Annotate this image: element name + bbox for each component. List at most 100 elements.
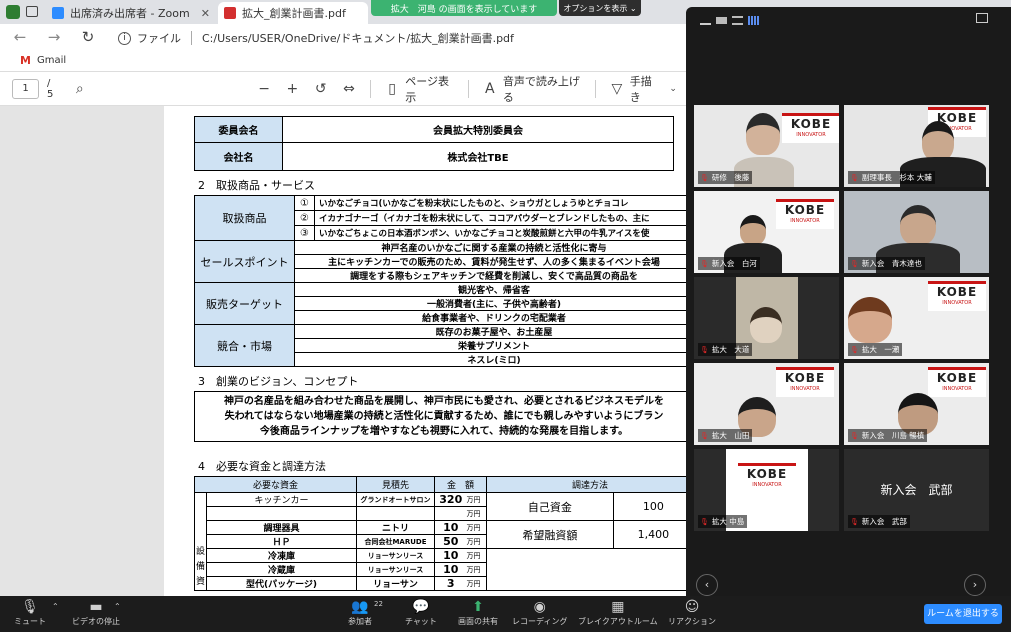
- draw-icon: ▽: [611, 80, 623, 97]
- side-char: 備: [195, 562, 205, 572]
- procurement-empty: [486, 548, 686, 591]
- pdf-viewport[interactable]: 委員会名 会員拡大特別委員会 会社名 株式会社TBE 2 取扱商品・サービス 取…: [0, 106, 686, 596]
- vision-line: 今後商品ラインナップを増やすなども視野に入れて、持続的な発展を目指します。: [259, 426, 629, 437]
- draw-button[interactable]: ▽ 手描き ⌄: [610, 73, 686, 105]
- participant-tile[interactable]: KOBE INNOVATOR 🎙 新入会 川島 暢槙: [844, 363, 989, 445]
- info-icon[interactable]: i: [118, 31, 131, 45]
- participant-name-text: 研修 後藤: [711, 173, 750, 182]
- gallery-view-icon[interactable]: [748, 16, 759, 25]
- zoom-out-icon[interactable]: −: [257, 81, 271, 97]
- committee-label: 委員会名: [194, 116, 283, 143]
- procurement-label: 自己資金: [486, 492, 614, 521]
- address-bar[interactable]: i ファイル C:/Users/USER/OneDrive/ドキュメント/拡大_…: [118, 29, 514, 47]
- zoom-in-icon[interactable]: +: [285, 81, 299, 97]
- section-products-title: 2 取扱商品・サービス: [198, 179, 315, 192]
- fund-unit: 万円: [466, 562, 487, 577]
- share-screen-button[interactable]: ⬆ 画面の共有: [458, 599, 498, 627]
- search-icon[interactable]: ⌕: [73, 81, 87, 97]
- fund-item: 調理器具: [206, 520, 357, 535]
- market-item: 既存のお菓子屋や、お土産屋: [294, 324, 686, 339]
- speaker-view-icon[interactable]: [716, 17, 727, 24]
- participant-tile[interactable]: KOBE INNOVATOR 🎙 拡大 中島: [694, 449, 839, 531]
- tab-zoom-attendees[interactable]: 出席済み出席者 - Zoom ✕: [46, 2, 216, 24]
- fund-vendor: リョーサンリース: [356, 548, 435, 563]
- participant-name-text: 拡大 中島: [711, 517, 745, 526]
- fund-vendor: 合同会社MARUDE: [356, 534, 435, 549]
- market-item: 栄養サプリメント: [294, 338, 686, 353]
- participant-tile[interactable]: KOBE INNOVATOR 🎙 副理事長 杉本 大輔: [844, 105, 989, 187]
- breakout-rooms-icon: ▦: [611, 599, 625, 615]
- product-number: ①: [294, 195, 315, 211]
- forward-icon[interactable]: →: [44, 27, 64, 47]
- mute-button[interactable]: 🎙 ミュート: [14, 599, 46, 627]
- back-icon[interactable]: ←: [10, 27, 30, 47]
- funds-header: 必要な資金: [194, 476, 357, 493]
- video-options-chevron[interactable]: ⌃: [114, 602, 121, 611]
- page-number-input[interactable]: 1: [12, 78, 40, 99]
- reaction-label: リアクション: [668, 617, 716, 626]
- logo-subtext: INNOVATOR: [942, 386, 972, 392]
- page-view-button[interactable]: ▯ ページ表示: [385, 73, 454, 105]
- stop-video-button[interactable]: ▬ ビデオの停止: [72, 599, 120, 627]
- funds-header: 調達方法: [486, 476, 686, 493]
- section-vision-title: 3 創業のビジョン、コンセプト: [198, 375, 359, 388]
- person-head: [900, 205, 936, 245]
- breakout-label: ブレイクアウトルーム: [578, 617, 658, 626]
- minimize-icon[interactable]: [700, 16, 711, 25]
- list-view-icon[interactable]: [732, 16, 743, 25]
- participant-tile[interactable]: KOBE INNOVATOR 🎙 拡大 山田: [694, 363, 839, 445]
- chat-button[interactable]: 💬 チャット: [405, 599, 437, 627]
- view-options-button[interactable]: オプションを表示 ⌄: [559, 0, 641, 16]
- fund-vendor: グランドオートサロン: [356, 492, 435, 507]
- fund-item: 冷蔵庫: [206, 562, 357, 577]
- side-char: 資: [195, 577, 205, 587]
- previous-page-button[interactable]: ‹: [696, 574, 718, 596]
- participant-tile[interactable]: KOBE INNOVATOR 🎙 研修 後藤: [694, 105, 839, 187]
- record-button[interactable]: ◉ レコーディング: [512, 599, 567, 627]
- logo-text: KOBE: [784, 203, 826, 217]
- tab-label: 拡大_創業計画書.pdf: [242, 7, 346, 20]
- read-aloud-button[interactable]: A 音声で読み上げる: [483, 73, 581, 105]
- participant-tile[interactable]: 🎙 拡大 大道: [694, 277, 839, 359]
- vision-line: 失われてはならない地場産業の持続と活性化に貢献するため、誰にでも親しみやすいよう…: [224, 411, 664, 422]
- microphone-icon: 🎙: [21, 599, 39, 615]
- close-icon[interactable]: ✕: [201, 7, 210, 20]
- logo-text: KOBE: [936, 371, 978, 385]
- rotate-icon[interactable]: ↺: [314, 81, 328, 97]
- next-page-button[interactable]: ›: [964, 574, 986, 596]
- leave-room-button[interactable]: ルームを退出する: [924, 604, 1002, 624]
- participant-tile[interactable]: KOBE INNOVATOR 🎙 新入会 白河: [694, 191, 839, 273]
- mic-options-chevron[interactable]: ⌃: [52, 602, 59, 611]
- zoom-gallery-panel: KOBE INNOVATOR 🎙 研修 後藤 KOBE INNOVATOR 🎙 副理…: [686, 7, 1011, 596]
- participant-name-text: 拡大 大道: [711, 345, 750, 354]
- bookmark-gmail[interactable]: Gmail: [37, 55, 66, 66]
- fund-unit: 万円: [466, 576, 487, 591]
- page-view-icon: ▯: [388, 80, 396, 97]
- shield-icon[interactable]: [6, 5, 20, 19]
- participant-tile[interactable]: KOBE INNOVATOR 🎙 拡大 一瀬: [844, 277, 989, 359]
- exit-fullscreen-icon[interactable]: [976, 13, 988, 23]
- participant-name: 🎙 拡大 中島: [698, 515, 748, 528]
- share-label: 画面の共有: [458, 617, 498, 626]
- participant-tile[interactable]: 新入会 武部 🎙 新入会 武部: [844, 449, 989, 531]
- selling-point: 神戸名産のいかなごに関する産業の持続と活性化に寄与: [294, 240, 686, 255]
- chevron-down-icon[interactable]: ⌄: [666, 84, 680, 94]
- tab-pdf[interactable]: 拡大_創業計画書.pdf: [218, 2, 368, 24]
- fund-unit: 万円: [466, 548, 487, 563]
- participants-button[interactable]: 👥 22 参加者: [348, 599, 383, 627]
- participant-name: 🎙 拡大 一瀬: [848, 343, 903, 356]
- person-head: [922, 121, 954, 161]
- breakout-rooms-button[interactable]: ▦ ブレイクアウトルーム: [578, 599, 658, 627]
- side-char: 設: [195, 547, 205, 557]
- participant-tile[interactable]: 🎙 新入会 青木達也: [844, 191, 989, 273]
- fund-item: ＨＰ: [206, 534, 357, 549]
- tab-overview-icon[interactable]: [26, 6, 38, 17]
- screen: 出席済み出席者 - Zoom ✕ 拡大_創業計画書.pdf ← → ↻ i ファ…: [0, 0, 1011, 632]
- fit-page-icon[interactable]: ⇔: [342, 81, 356, 97]
- participants-icon: 👥: [351, 599, 369, 615]
- fund-amount: 3: [434, 576, 467, 591]
- reaction-icon: ☺: [684, 599, 700, 615]
- reload-icon[interactable]: ↻: [78, 27, 98, 47]
- fund-vendor: リョーサンリース: [356, 562, 435, 577]
- reactions-button[interactable]: ☺ リアクション: [668, 599, 716, 627]
